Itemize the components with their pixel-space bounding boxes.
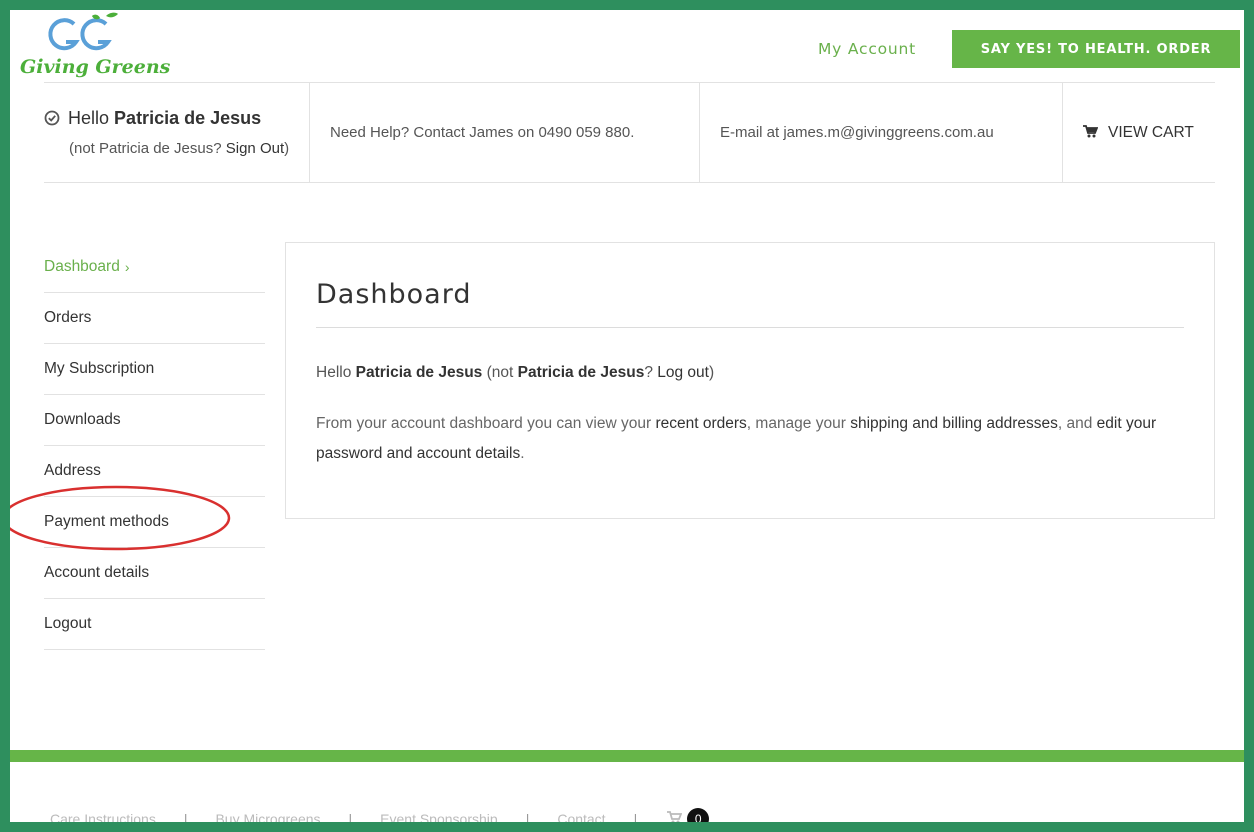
logo-text: Giving Greens xyxy=(20,56,171,78)
account-navigation: Dashboard › Orders My Subscription Downlo… xyxy=(44,242,265,650)
order-now-button[interactable]: SAY YES! TO HEALTH. ORDER NOW! xyxy=(952,30,1240,95)
cart-icon xyxy=(667,811,683,824)
cart-cell: VIEW CART xyxy=(1063,83,1215,182)
not-user-close: ) xyxy=(284,140,290,157)
desc-text: . xyxy=(520,445,525,462)
logo-mark-icon xyxy=(48,12,118,51)
footer-accent-bar xyxy=(0,750,1254,762)
page-title: Dashboard xyxy=(316,279,472,310)
nav-item-label: My Subscription xyxy=(44,360,155,377)
check-circle-icon xyxy=(44,110,60,126)
desc-text: , and xyxy=(1057,415,1093,432)
nav-item-label: Downloads xyxy=(44,411,121,428)
desc-text: , manage your xyxy=(746,415,846,432)
my-account-link[interactable]: My Account xyxy=(818,40,916,58)
footer-link-event-sponsorship[interactable]: Event Sponsorship xyxy=(380,811,498,831)
title-divider xyxy=(316,327,1184,328)
help-cell: Need Help? Contact James on 0490 059 880… xyxy=(310,83,700,182)
greeting-not: (not xyxy=(486,364,514,381)
footer-separator: | xyxy=(348,811,353,827)
hello-line: Hello Patricia de Jesus xyxy=(44,108,261,129)
nav-item-label: Dashboard xyxy=(44,258,120,275)
greeting-user-name: Patricia de Jesus xyxy=(355,364,483,381)
nav-item-label: Logout xyxy=(44,615,92,632)
nav-item-logout[interactable]: Logout xyxy=(44,599,265,650)
email-cell: E-mail at james.m@givinggreens.com.au xyxy=(700,83,1063,182)
desc-text: From your account dashboard you can view… xyxy=(316,415,652,432)
chevron-right-icon: › xyxy=(124,259,130,275)
addresses-link[interactable]: shipping and billing addresses xyxy=(850,415,1058,432)
hello-prefix: Hello xyxy=(68,108,110,128)
nav-item-label: Account details xyxy=(44,564,150,581)
not-user-line: (not Patricia de Jesus? Sign Out) xyxy=(69,140,289,157)
greeting-question: ? xyxy=(644,364,653,381)
sign-out-link[interactable]: Sign Out xyxy=(226,140,284,157)
footer-navigation: Care Instructions | Buy Microgreens | Ev… xyxy=(50,808,710,831)
nav-item-my-subscription[interactable]: My Subscription xyxy=(44,344,265,395)
help-text: Need Help? Contact James on 0490 059 880… xyxy=(330,124,635,141)
footer-separator: | xyxy=(633,811,638,827)
footer-link-care-instructions[interactable]: Care Instructions xyxy=(50,811,156,831)
dashboard-panel: Dashboard Hello Patricia de Jesus (not P… xyxy=(285,242,1215,519)
giving-greens-logo[interactable]: Giving Greens xyxy=(18,12,170,84)
greeting-paragraph: Hello Patricia de Jesus (not Patricia de… xyxy=(316,364,714,382)
nav-item-account-details[interactable]: Account details xyxy=(44,548,265,599)
view-cart-label: VIEW CART xyxy=(1108,124,1194,141)
nav-item-label: Address xyxy=(44,462,101,479)
footer-link-buy-microgreens[interactable]: Buy Microgreens xyxy=(215,811,320,831)
cart-count-badge: 0 xyxy=(687,808,710,830)
not-user-text: (not Patricia de Jesus? xyxy=(69,140,222,157)
footer-separator: | xyxy=(525,811,530,827)
nav-item-dashboard[interactable]: Dashboard › xyxy=(44,242,265,293)
log-out-link[interactable]: Log out xyxy=(657,364,709,381)
greeting-hello: Hello xyxy=(316,364,352,381)
greeting-close: ) xyxy=(708,364,715,381)
nav-item-downloads[interactable]: Downloads xyxy=(44,395,265,446)
user-name: Patricia de Jesus xyxy=(114,108,262,128)
user-greeting-cell: Hello Patricia de Jesus (not Patricia de… xyxy=(44,83,310,182)
info-bar: Hello Patricia de Jesus (not Patricia de… xyxy=(44,82,1215,183)
footer-link-contact[interactable]: Contact xyxy=(557,811,605,831)
annotation-ellipse xyxy=(1,485,231,551)
dashboard-description: From your account dashboard you can view… xyxy=(316,409,1196,469)
nav-item-label: Orders xyxy=(44,309,92,326)
greeting-user-name-2: Patricia de Jesus xyxy=(517,364,645,381)
view-cart-link[interactable]: VIEW CART xyxy=(1083,124,1194,142)
cart-icon xyxy=(1083,125,1099,138)
footer-separator: | xyxy=(183,811,188,827)
recent-orders-link[interactable]: recent orders xyxy=(655,415,746,432)
nav-item-orders[interactable]: Orders xyxy=(44,293,265,344)
email-text: E-mail at james.m@givinggreens.com.au xyxy=(720,124,994,141)
footer-cart[interactable]: 0 xyxy=(667,808,710,831)
